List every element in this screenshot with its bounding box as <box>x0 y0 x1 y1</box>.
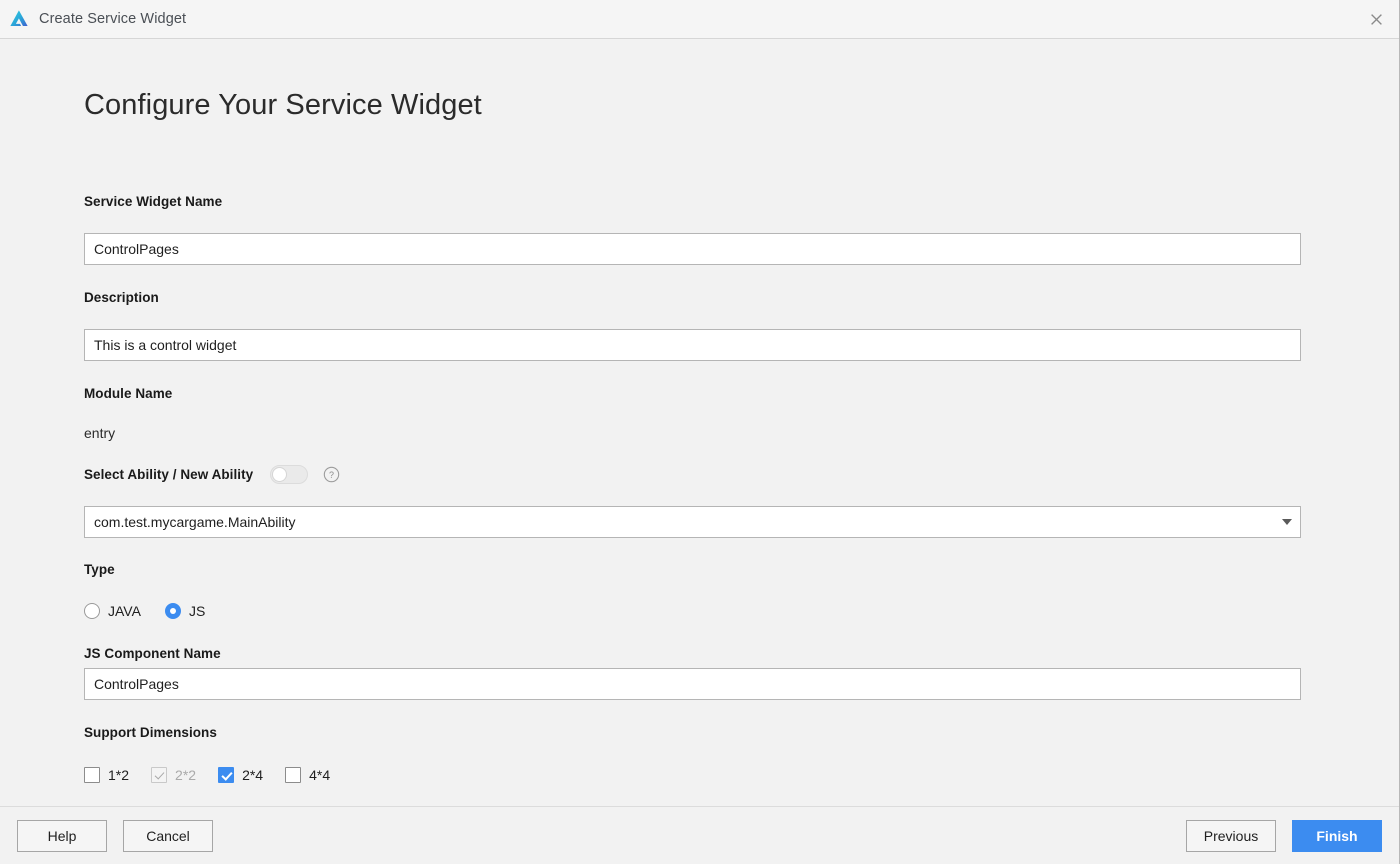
module-name-value-wrap: entry <box>84 425 115 441</box>
widget-name-label: Service Widget Name <box>84 194 223 209</box>
page-title: Configure Your Service Widget <box>84 89 482 121</box>
field-module-name: Module Name <box>84 386 172 401</box>
field-widget-name: Service Widget Name <box>84 194 222 209</box>
type-radio-group: JAVA JS <box>84 603 205 619</box>
finish-button[interactable]: Finish <box>1292 819 1382 852</box>
close-button[interactable] <box>1353 0 1399 38</box>
type-label: Type <box>84 562 115 577</box>
support-dimensions-label: Support Dimensions <box>84 725 217 740</box>
checkbox-2x2-mark <box>151 767 168 783</box>
module-name-label: Module Name <box>84 386 173 401</box>
checkbox-2x4-label: 2*4 <box>242 767 264 783</box>
description-input[interactable] <box>84 329 1301 361</box>
checkbox-dimension-4x4[interactable]: 4*4 <box>285 767 330 783</box>
dialog-content: Configure Your Service Widget Service Wi… <box>0 39 1399 806</box>
footer-right-buttons: Previous Finish <box>1186 819 1382 852</box>
description-input-wrap <box>84 329 1301 361</box>
ability-select-value: com.test.mycargame.MainAbility <box>94 514 296 530</box>
title-bar: Create Service Widget <box>0 0 1399 39</box>
chevron-down-icon <box>1274 519 1300 525</box>
previous-button[interactable]: Previous <box>1186 819 1276 852</box>
widget-name-input[interactable] <box>84 233 1301 265</box>
field-type: Type <box>84 562 115 577</box>
new-ability-toggle[interactable] <box>270 465 309 484</box>
dialog-footer: Help Cancel Previous Finish <box>0 806 1399 864</box>
radio-java-mark <box>84 603 100 619</box>
widget-name-input-wrap <box>84 233 1301 265</box>
checkbox-dimension-1x2[interactable]: 1*2 <box>84 767 129 783</box>
js-component-name-input-wrap <box>84 668 1301 700</box>
field-support-dimensions: Support Dimensions <box>84 725 217 740</box>
ability-select[interactable]: com.test.mycargame.MainAbility <box>84 506 1301 538</box>
radio-js-label: JS <box>188 603 206 619</box>
window-title: Create Service Widget <box>39 11 187 27</box>
svg-text:?: ? <box>329 470 334 480</box>
js-component-name-label: JS Component Name <box>84 646 221 661</box>
module-name-value: entry <box>84 425 116 441</box>
radio-js[interactable]: JS <box>164 603 206 619</box>
radio-java-label: JAVA <box>108 603 141 619</box>
checkbox-2x4-mark <box>218 767 235 783</box>
description-label: Description <box>84 290 159 305</box>
cancel-button[interactable]: Cancel <box>123 819 213 852</box>
field-description: Description <box>84 290 159 305</box>
checkbox-dimension-2x2: 2*2 <box>151 767 196 783</box>
checkbox-4x4-mark <box>285 767 302 783</box>
select-ability-label: Select Ability / New Ability <box>84 467 254 482</box>
checkbox-4x4-label: 4*4 <box>309 767 331 783</box>
checkbox-1x2-mark <box>84 767 100 783</box>
radio-java[interactable]: JAVA <box>84 603 141 619</box>
ability-select-wrap: com.test.mycargame.MainAbility <box>84 506 1301 538</box>
create-service-widget-dialog: Create Service Widget Configure Your Ser… <box>0 0 1400 864</box>
support-dimensions-group: 1*2 2*2 2*4 4*4 <box>84 767 330 783</box>
checkbox-1x2-label: 1*2 <box>108 767 130 783</box>
footer-left-buttons: Help Cancel <box>17 819 213 852</box>
checkbox-2x2-label: 2*2 <box>175 767 197 783</box>
field-select-ability: Select Ability / New Ability ? <box>84 465 340 484</box>
help-icon[interactable]: ? <box>323 466 340 483</box>
field-js-component-name: JS Component Name <box>84 646 221 661</box>
js-component-name-input[interactable] <box>84 668 1301 700</box>
radio-js-mark <box>164 603 181 619</box>
checkbox-dimension-2x4[interactable]: 2*4 <box>218 767 263 783</box>
close-icon <box>1370 13 1382 25</box>
toggle-knob <box>272 467 288 482</box>
help-button[interactable]: Help <box>17 819 107 852</box>
app-logo-icon <box>10 10 28 26</box>
